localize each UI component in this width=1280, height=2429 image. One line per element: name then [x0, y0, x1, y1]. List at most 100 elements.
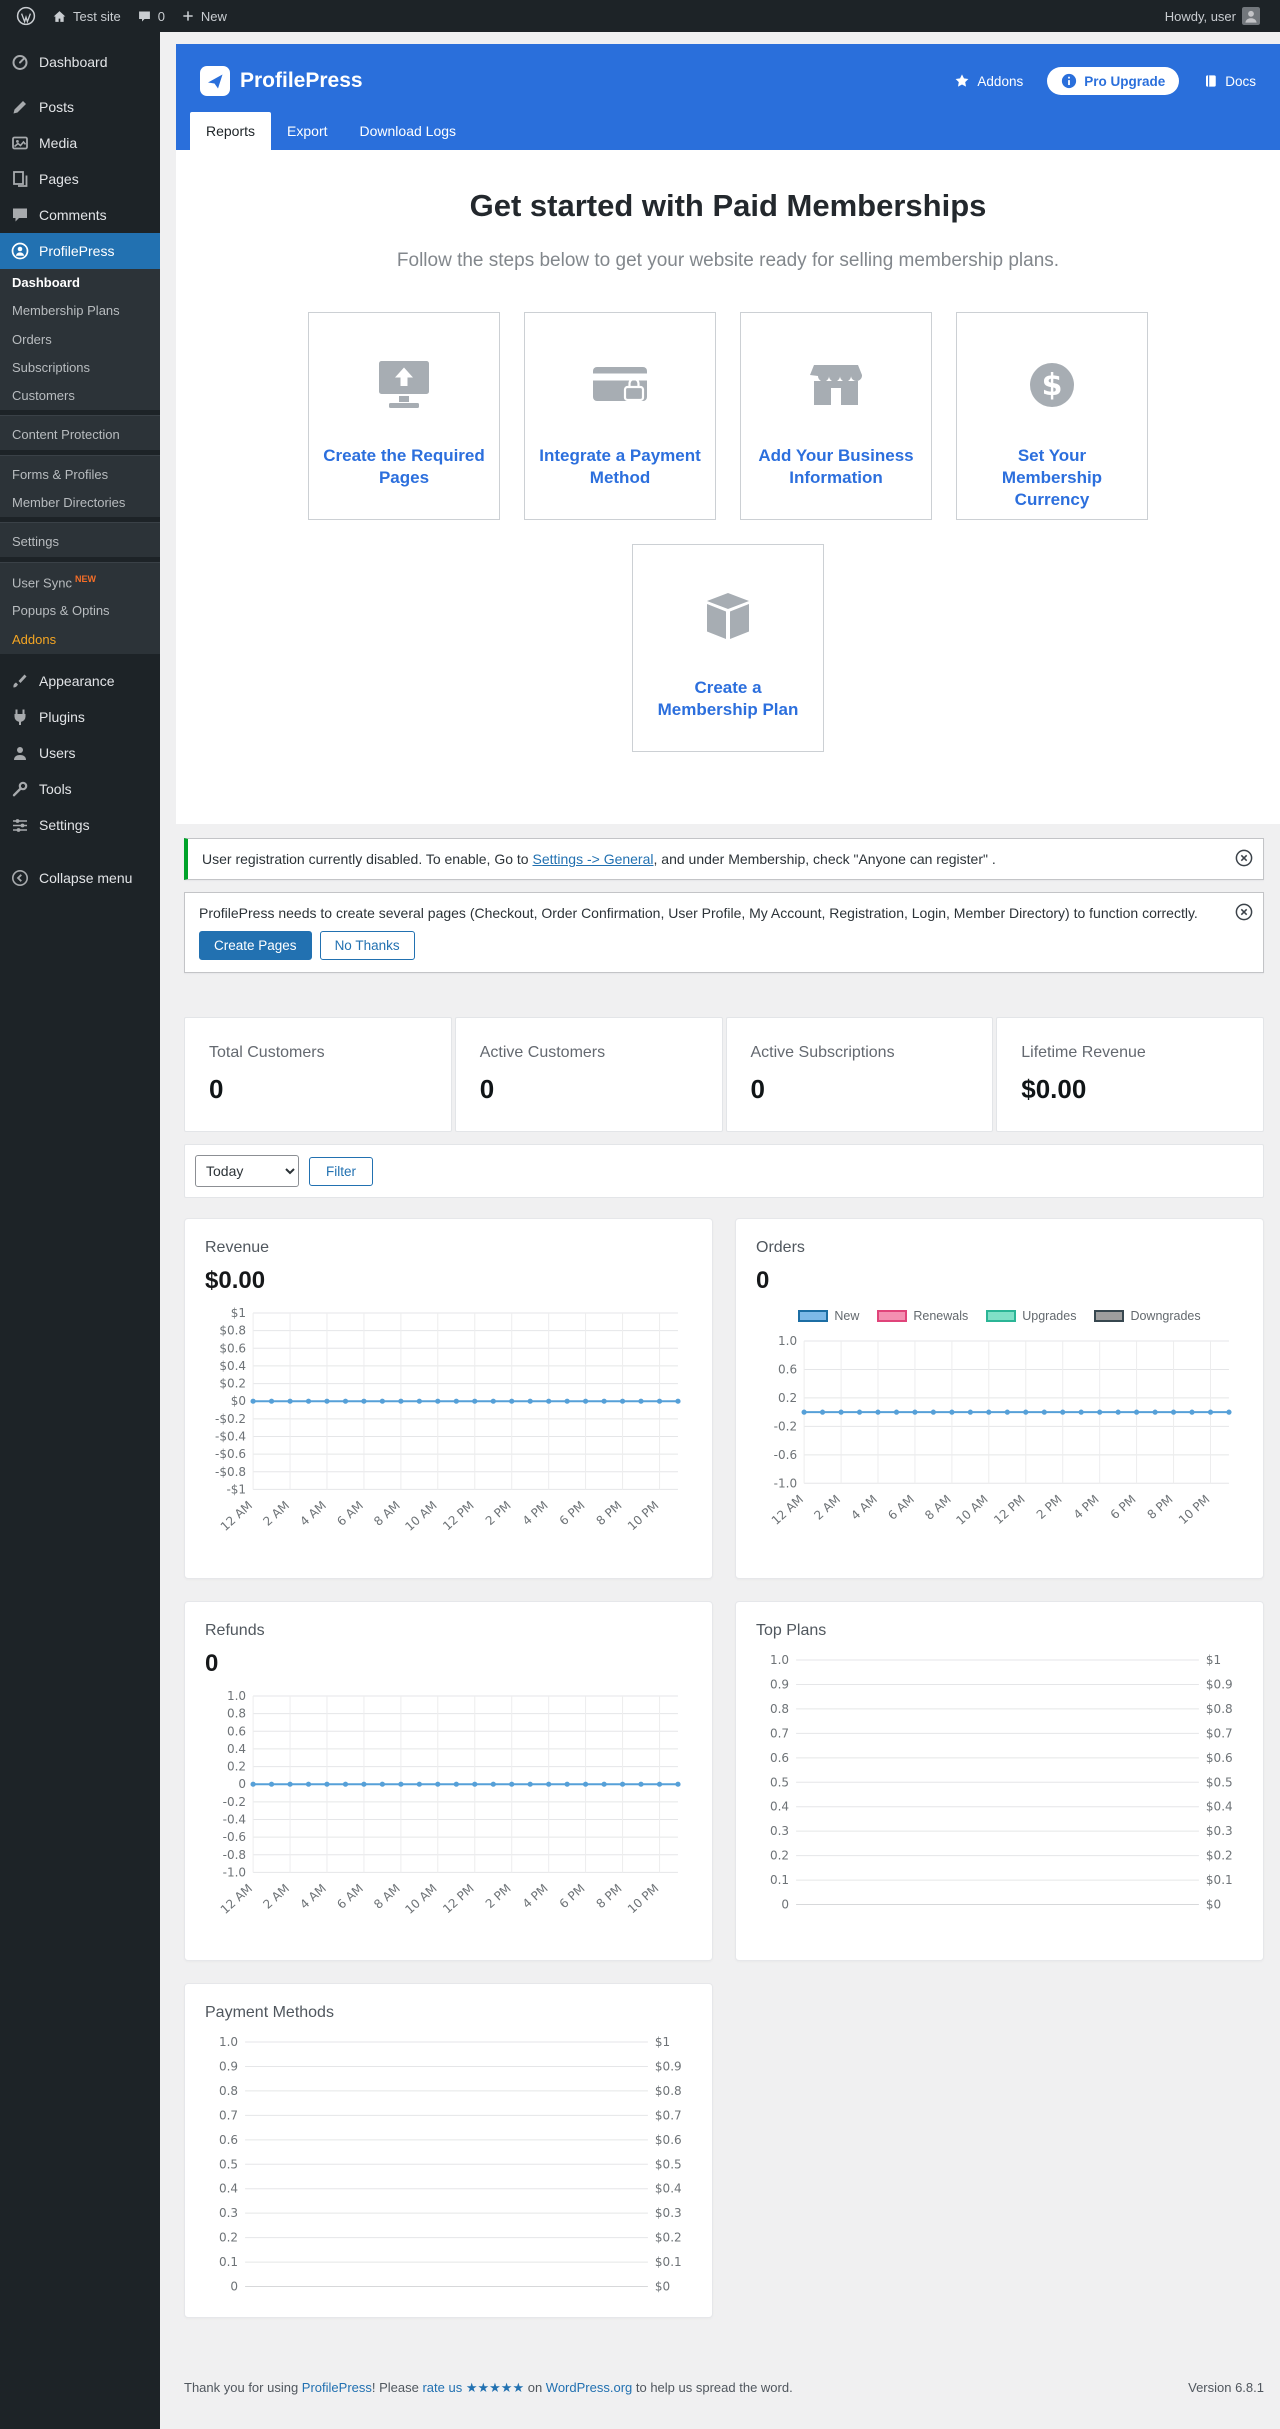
sidebar-item-plugins[interactable]: Plugins	[0, 699, 160, 735]
sidebar-item-users[interactable]: Users	[0, 735, 160, 771]
svg-text:-0.8: -0.8	[223, 1847, 246, 1861]
sidebar-item-tools[interactable]: Tools	[0, 771, 160, 807]
sidebar-item-media[interactable]: Media	[0, 125, 160, 161]
footer-credit: Thank you for using ProfilePress! Please…	[184, 2379, 793, 2395]
sidebar-item-settings[interactable]: Settings	[0, 807, 160, 843]
sidebar-subitem-popups-optins[interactable]: Popups & Optins	[0, 597, 160, 626]
svg-text:$0: $0	[1206, 1897, 1221, 1911]
setup-card-integrate-a-payment-method[interactable]: Integrate a Payment Method	[524, 312, 716, 520]
tab-reports[interactable]: Reports	[190, 112, 272, 150]
sidebar-subitem-subscriptions[interactable]: Subscriptions	[0, 353, 160, 383]
no-thanks-button[interactable]: No Thanks	[319, 931, 415, 960]
setup-card-create-the-required-pages[interactable]: Create the Required Pages	[308, 312, 500, 520]
profilepress-icon	[10, 241, 30, 261]
svg-text:0.9: 0.9	[219, 2060, 238, 2074]
sidebar-item-label: Users	[39, 744, 76, 761]
book-icon	[1206, 75, 1216, 87]
pro-upgrade-button[interactable]: Pro Upgrade	[1047, 67, 1180, 95]
sidebar-item-comments[interactable]: Comments	[0, 197, 160, 233]
star-icon	[956, 74, 969, 87]
stats-row: Total Customers 0 Active Customers 0 Act…	[184, 1017, 1264, 1132]
svg-text:4 AM: 4 AM	[297, 1498, 329, 1529]
sidebar-item-label: ProfilePress	[39, 243, 115, 259]
filter-button[interactable]: Filter	[309, 1156, 373, 1186]
charts-grid: Revenue $0.00 $1 $0.8 $0.6 $0.4 $0.2 $0 -$0.2 -$0…	[184, 1218, 1264, 2318]
top-plans-chart: 1.0 $1 0.9 $0.9 0.8 $0.8 0.7 $0.7 0.6 $0.6 0.5 $0.5…	[770, 1653, 1233, 1911]
my-account[interactable]: Howdy, user	[1157, 0, 1268, 32]
setup-card-add-your-business-information[interactable]: Add Your Business Information	[740, 312, 932, 520]
sidebar-subitem-user-sync[interactable]: User Sync NEW	[0, 561, 160, 598]
legend-item-upgrades[interactable]: Upgrades	[986, 1309, 1076, 1323]
pro-upgrade-label: Pro Upgrade	[1084, 73, 1166, 89]
pp-tabs: Reports Export Download Logs	[176, 112, 1280, 150]
svg-text:$0.4: $0.4	[219, 1359, 246, 1373]
main-content: ProfilePress Addons Pro Upgrade Docs Rep…	[160, 0, 1280, 2429]
svg-text:8 AM: 8 AM	[922, 1492, 954, 1523]
sidebar-subitem-membership-plans[interactable]: Membership Plans	[0, 297, 160, 326]
sidebar-item-posts[interactable]: Posts	[0, 89, 160, 125]
rate-us-link[interactable]: rate us ★★★★★	[422, 2380, 524, 2395]
addons-link[interactable]: Addons	[954, 73, 1023, 89]
legend-item-new[interactable]: New	[798, 1309, 859, 1323]
svg-text:0.7: 0.7	[219, 2108, 238, 2122]
sidebar-item-dashboard[interactable]: Dashboard	[0, 44, 160, 80]
dismiss-pages-notice-button[interactable]	[1235, 903, 1253, 924]
new-content-button[interactable]: New	[173, 0, 235, 32]
create-pages-button[interactable]: Create Pages	[199, 931, 312, 960]
svg-text:0.5: 0.5	[219, 2157, 238, 2171]
svg-text:$0.6: $0.6	[1206, 1750, 1233, 1764]
site-name-link[interactable]: Test site	[44, 0, 129, 32]
svg-text:10 AM: 10 AM	[402, 1881, 439, 1917]
tab-download-logs[interactable]: Download Logs	[344, 112, 473, 150]
sidebar-subitem-content-protection[interactable]: Content Protection	[0, 415, 160, 450]
dismiss-registration-notice-button[interactable]	[1235, 849, 1253, 870]
sidebar-subitem-forms-profiles[interactable]: Forms & Profiles	[0, 454, 160, 490]
svg-text:-1.0: -1.0	[223, 1865, 246, 1879]
svg-text:2 PM: 2 PM	[483, 1498, 514, 1528]
sidebar-item-collapse-menu[interactable]: Collapse menu	[0, 860, 160, 896]
setup-card-set-your-membership-currency[interactable]: $ Set Your Membership Currency	[956, 312, 1148, 520]
profilepress-footer-link[interactable]: ProfilePress	[302, 2380, 372, 2395]
sidebar-subitem-member-directories[interactable]: Member Directories	[0, 489, 160, 518]
svg-text:$0.3: $0.3	[1206, 1824, 1233, 1838]
tab-export[interactable]: Export	[271, 112, 343, 150]
chart-title: Payment Methods	[205, 2004, 334, 2022]
docs-link[interactable]: Docs	[1203, 73, 1256, 89]
sidebar-item-pages[interactable]: Pages	[0, 161, 160, 197]
date-range-select[interactable]: Today	[195, 1155, 299, 1187]
stat-label: Active Subscriptions	[750, 1044, 895, 1061]
sidebar-subitem-addons[interactable]: Addons	[0, 625, 160, 654]
svg-text:1.0: 1.0	[770, 1653, 789, 1667]
svg-text:-0.4: -0.4	[223, 1812, 246, 1826]
wordpress-logo-icon[interactable]	[8, 0, 44, 32]
sidebar-item-appearance[interactable]: Appearance	[0, 663, 160, 699]
svg-text:10 PM: 10 PM	[1176, 1492, 1213, 1527]
info-icon	[1062, 73, 1077, 89]
legend-item-renewals[interactable]: Renewals	[877, 1309, 968, 1323]
svg-text:6 PM: 6 PM	[557, 1881, 588, 1911]
sidebar-subitem-pp-dashboard[interactable]: Dashboard	[0, 269, 160, 298]
comments-shortcut[interactable]: 0	[129, 0, 173, 32]
stat-active-subscriptions: Active Subscriptions 0	[725, 1017, 994, 1132]
setup-card-label: Create a Membership Plan	[657, 678, 799, 720]
svg-text:$0.6: $0.6	[219, 1341, 246, 1355]
sidebar-item-label: Plugins	[39, 708, 85, 725]
svg-text:$0.1: $0.1	[655, 2255, 682, 2269]
setup-card-create-a-membership-plan[interactable]: Create a Membership Plan	[632, 544, 824, 752]
svg-text:12 PM: 12 PM	[991, 1492, 1028, 1527]
svg-text:0.6: 0.6	[227, 1724, 246, 1738]
legend-item-downgrades[interactable]: Downgrades	[1094, 1309, 1201, 1323]
sidebar-item-profilepress[interactable]: ProfilePress	[0, 233, 160, 269]
sidebar-subitem-pp-settings[interactable]: Settings	[0, 522, 160, 557]
wordpress-org-link[interactable]: WordPress.org	[546, 2380, 632, 2395]
stat-lifetime-revenue: Lifetime Revenue $0.00	[996, 1017, 1264, 1132]
sidebar-subitem-orders[interactable]: Orders	[0, 325, 160, 354]
settings-general-link[interactable]: Settings -> General	[532, 851, 653, 867]
svg-text:8 PM: 8 PM	[1145, 1492, 1176, 1522]
sidebar-item-label: Collapse menu	[39, 869, 133, 886]
svg-text:$0.2: $0.2	[655, 2231, 682, 2245]
sidebar-subitem-customers[interactable]: Customers	[0, 382, 160, 411]
comments-icon	[10, 205, 30, 225]
collapse-icon	[10, 868, 30, 888]
brand-name: ProfilePress	[240, 69, 363, 92]
